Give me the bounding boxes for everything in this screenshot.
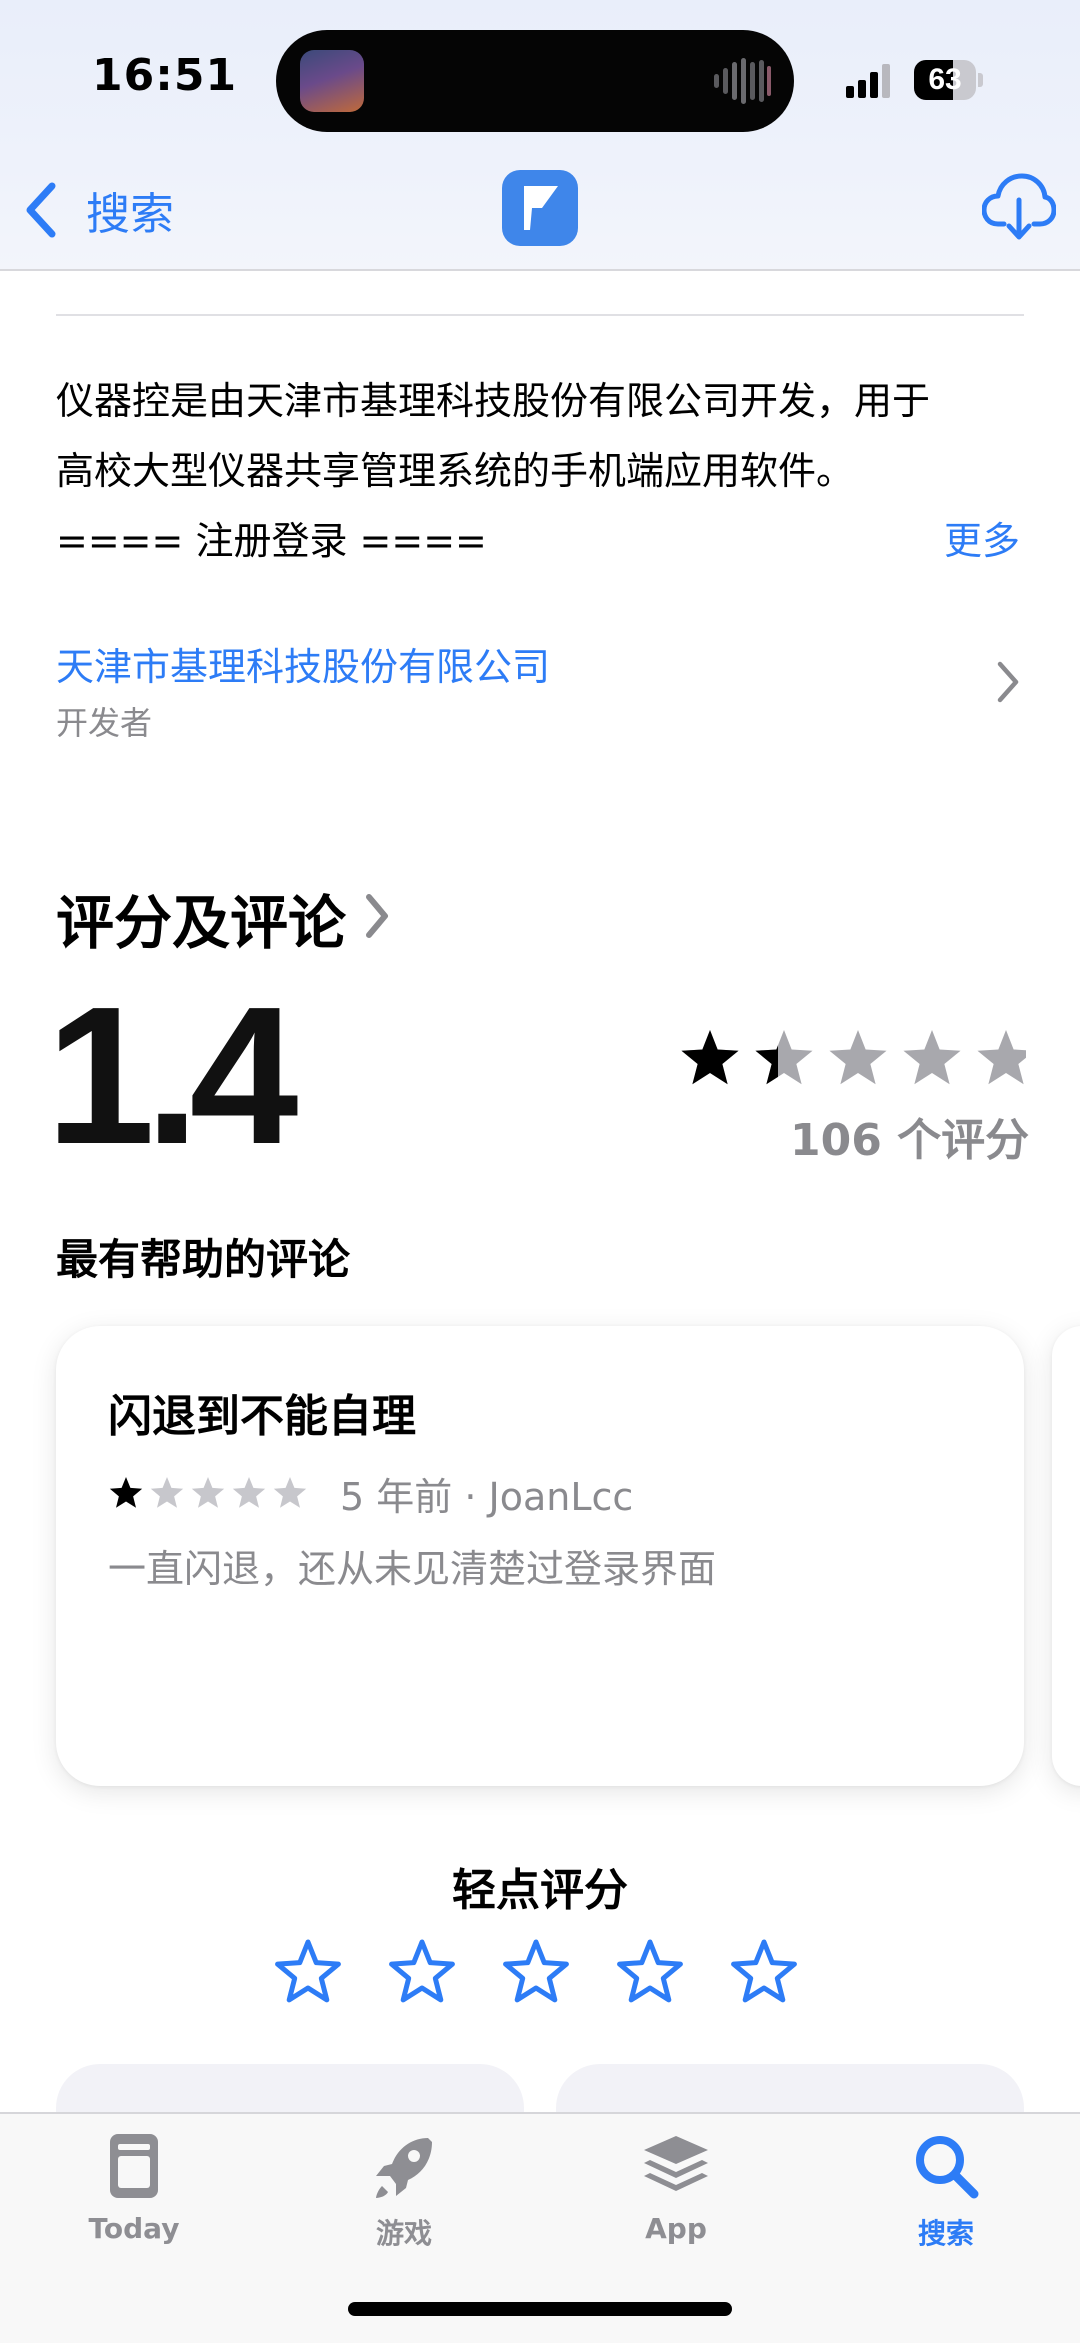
rate-star-4-icon[interactable] (617, 1939, 683, 2003)
rate-star-1-icon[interactable] (275, 1939, 341, 2003)
description-line: 仪器控是由天津市基理科技股份有限公司开发，用于 (56, 379, 931, 423)
description-line: 高校大型仪器共享管理系统的手机端应用软件。 (56, 449, 855, 493)
cellular-signal-icon (846, 64, 890, 98)
tab-games[interactable]: 游戏 (304, 2128, 504, 2258)
tab-search[interactable]: 搜索 (846, 2128, 1046, 2258)
rocket-icon (376, 2138, 432, 2198)
flag-logo-icon (524, 186, 558, 230)
star-empty-icon (191, 1477, 225, 1508)
status-time: 16:51 (92, 50, 238, 101)
chevron-right-icon[interactable] (364, 892, 390, 940)
chevron-left-icon (26, 182, 56, 238)
now-playing-artwork[interactable] (300, 50, 364, 112)
description-line: ==== 注册登录 ==== (56, 519, 487, 563)
star-empty-icon (150, 1477, 184, 1508)
average-rating: 1.4 (46, 966, 298, 1185)
section-divider (56, 314, 1024, 316)
app-stack-icon (644, 2136, 708, 2191)
today-icon (110, 2134, 158, 2198)
more-link[interactable]: 更多 (944, 506, 1020, 576)
star-empty-icon (903, 1030, 961, 1085)
star-empty-icon (273, 1477, 307, 1508)
tap-to-rate-label: 轻点评分 (452, 1865, 628, 1916)
tab-apps[interactable]: App (576, 2128, 776, 2258)
chevron-right-icon[interactable] (996, 660, 1020, 704)
star-filled-icon (681, 1030, 739, 1085)
review-card-next[interactable] (1052, 1326, 1080, 1786)
rate-star-2-icon[interactable] (389, 1939, 455, 2003)
search-icon (916, 2136, 979, 2199)
developer-role-label: 开发者 (56, 704, 153, 742)
audio-waveform-icon (714, 58, 771, 104)
tap-to-rate-stars[interactable] (270, 1936, 810, 2008)
tab-label: 搜索 (917, 2217, 974, 2250)
most-helpful-reviews-title: 最有帮助的评论 (56, 1235, 351, 1284)
tab-label: 游戏 (375, 2217, 432, 2250)
rate-star-3-icon[interactable] (503, 1939, 569, 2003)
app-icon (502, 170, 578, 246)
review-stars (109, 1477, 307, 1508)
tab-today[interactable]: Today (34, 2128, 234, 2258)
back-button[interactable]: 搜索 (22, 170, 174, 250)
rate-star-5-icon[interactable] (731, 1939, 797, 2003)
star-empty-icon (232, 1477, 266, 1508)
review-meta: 5 年前 · JoanLcc (340, 1475, 634, 1519)
average-rating-stars (681, 1030, 1026, 1085)
star-empty-icon (977, 1030, 1026, 1085)
tab-label: App (645, 2212, 707, 2245)
cloud-download-icon[interactable] (982, 172, 1056, 242)
star-empty-icon (829, 1030, 887, 1085)
ratings-section-title[interactable]: 评分及评论 (56, 876, 346, 960)
back-button-label: 搜索 (86, 189, 174, 240)
home-indicator[interactable] (348, 2302, 732, 2316)
rating-count: 106 个评分 (790, 1115, 1030, 1166)
review-title: 闪退到不能自理 (108, 1391, 416, 1442)
star-filled-icon (109, 1477, 143, 1508)
review-body: 一直闪退，还从未见清楚过登录界面 (108, 1547, 717, 1591)
battery-icon: 63 (914, 60, 984, 100)
header-divider (0, 269, 1080, 271)
battery-percentage: 63 (928, 63, 962, 96)
tab-label: Today (88, 2212, 180, 2245)
developer-link[interactable]: 天津市基理科技股份有限公司 (56, 636, 550, 691)
